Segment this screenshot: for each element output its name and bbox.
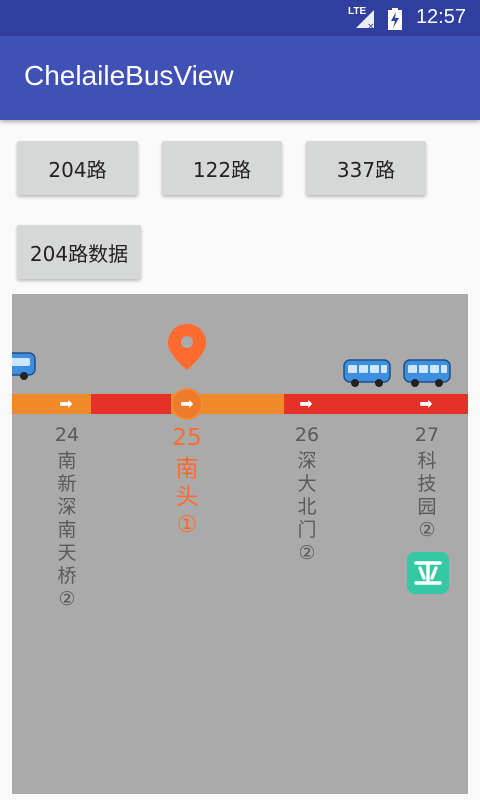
- station-name-char: 新: [57, 473, 77, 495]
- status-bar: LTE × 12:57: [0, 0, 480, 36]
- app-bar: ChelaileBusView: [0, 36, 480, 120]
- route-segment: [12, 394, 91, 414]
- station-number: 24: [54, 424, 80, 446]
- station-name-char: 深: [57, 496, 77, 518]
- station-27[interactable]: 27 科 技 园 ②: [407, 424, 447, 542]
- clock: 12:57: [415, 6, 466, 28]
- route-204-button[interactable]: 204路: [17, 141, 138, 195]
- bus-icon[interactable]: [12, 350, 36, 382]
- bus-icon[interactable]: [403, 357, 451, 389]
- station-name-char: ②: [298, 542, 316, 564]
- station-name-char: 南: [175, 456, 199, 482]
- station-name-char: 深: [297, 450, 317, 472]
- station-name-char: 大: [297, 473, 317, 495]
- route-204-data-button[interactable]: 204路数据: [17, 225, 141, 279]
- station-name-char: 南: [57, 450, 77, 472]
- station-name-char: ②: [58, 588, 76, 610]
- station-26[interactable]: 26 深 大 北 门 ②: [287, 424, 327, 565]
- station-number: 25: [172, 425, 202, 451]
- station-name-char: ①: [176, 512, 198, 538]
- station-name-char: 南: [57, 519, 77, 541]
- arrow-right-icon: ➡: [173, 390, 201, 418]
- station-name-char: 技: [417, 473, 437, 495]
- arrow-right-icon: ➡: [59, 394, 73, 413]
- station-name-char: 头: [175, 484, 199, 510]
- station-name-char: ②: [418, 519, 436, 541]
- route-122-button[interactable]: 122路: [162, 141, 282, 195]
- station-name-char: 天: [57, 542, 77, 564]
- station-name-char: 门: [297, 519, 317, 541]
- bus-icon[interactable]: [343, 357, 391, 389]
- arrow-right-icon: ➡: [299, 394, 313, 413]
- station-name-char: 科: [417, 450, 437, 472]
- svg-text:×: ×: [367, 22, 375, 30]
- signal-icon: ×: [356, 10, 375, 30]
- bus-route-view[interactable]: ➡ ➡ ➡ ➡ 24 南 新 深 南 天 桥 ② 25 南 头 ① 26 深 大…: [12, 294, 468, 794]
- metro-icon: [407, 552, 449, 594]
- station-25-current[interactable]: 25 南 头 ①: [167, 424, 207, 539]
- route-337-button[interactable]: 337路: [306, 141, 426, 195]
- station-name-char: 桥: [57, 565, 77, 587]
- app-title: ChelaileBusView: [24, 60, 234, 91]
- route-segment: [91, 394, 171, 414]
- station-24[interactable]: 24 南 新 深 南 天 桥 ②: [47, 424, 87, 611]
- battery-charging-icon: [388, 8, 402, 30]
- station-number: 27: [414, 424, 440, 446]
- station-name-char: 北: [297, 496, 317, 518]
- station-name-char: 园: [417, 496, 437, 518]
- arrow-right-icon: ➡: [419, 394, 433, 413]
- station-number: 26: [294, 424, 320, 446]
- location-pin-icon: [168, 324, 206, 370]
